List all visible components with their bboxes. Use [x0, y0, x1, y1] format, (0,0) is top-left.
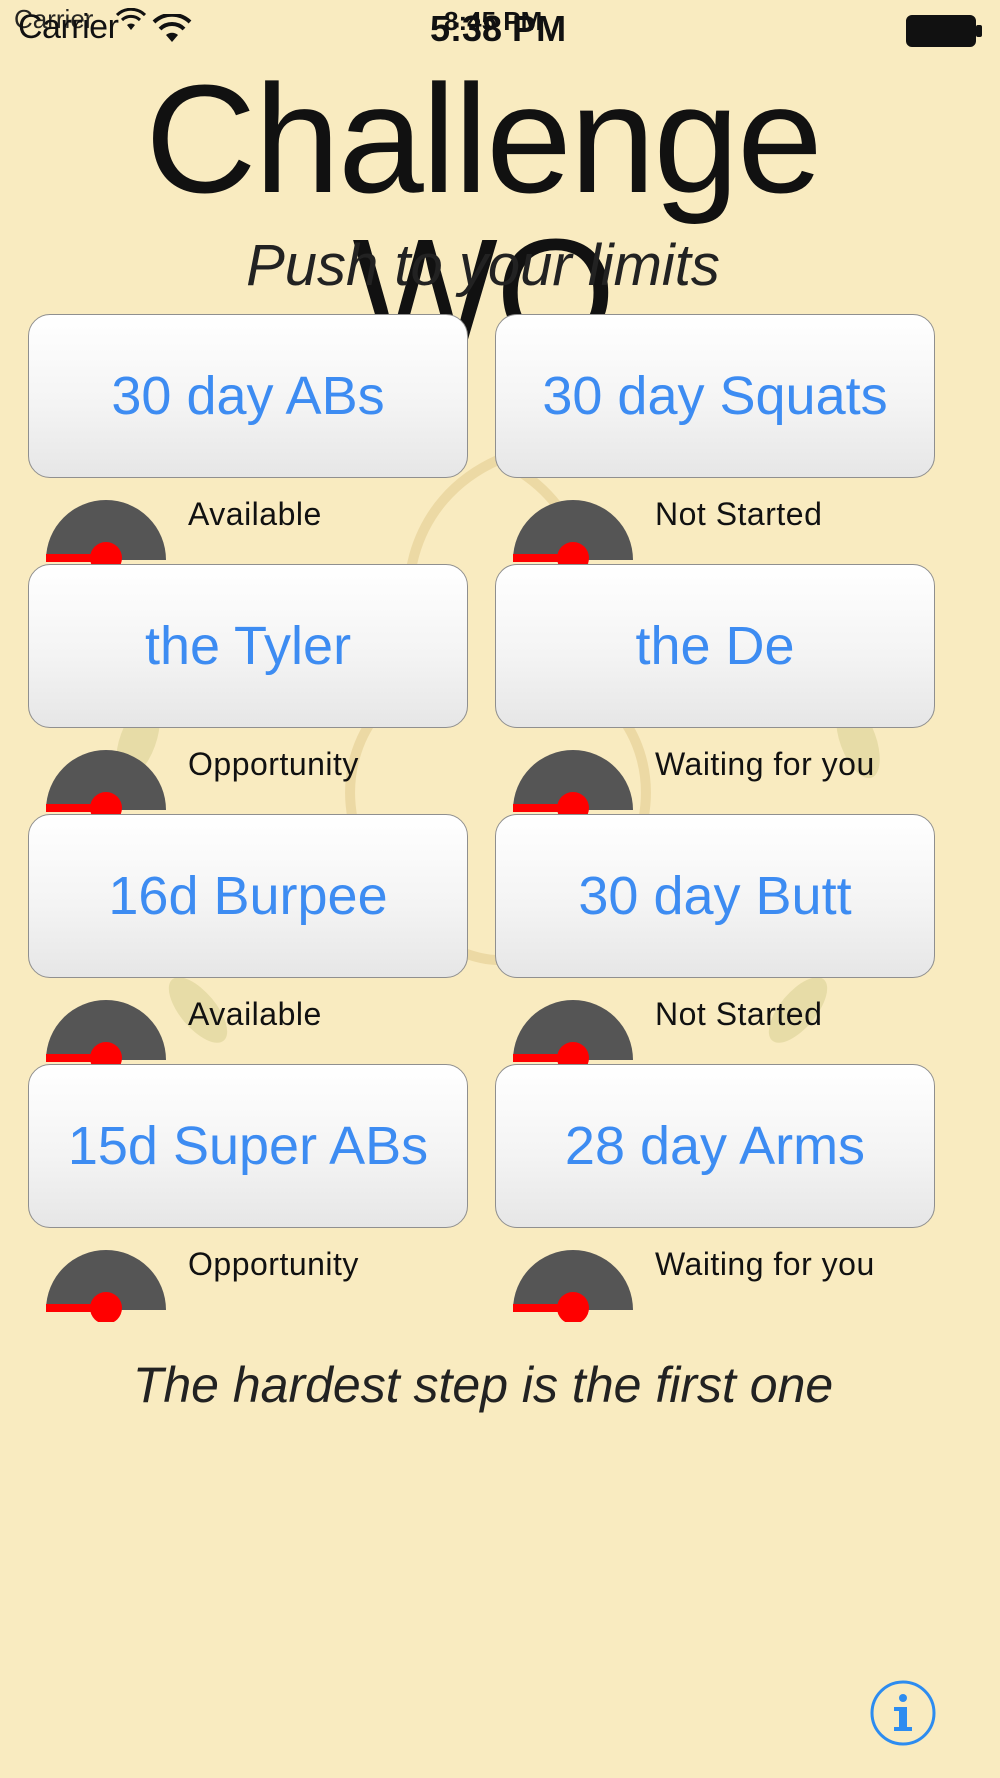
progress-gauge-icon [46, 750, 166, 822]
challenge-cell: the Tyler Opportunity [28, 564, 468, 822]
challenge-status: Not Started [655, 996, 823, 1032]
challenge-button-the-tyler[interactable]: the Tyler [28, 564, 468, 728]
challenge-status: Available [188, 496, 322, 532]
challenge-status: Waiting for you [655, 1246, 875, 1282]
challenge-button-28-day-arms[interactable]: 28 day Arms [495, 1064, 935, 1228]
challenge-cell: 15d Super ABs Opportunity [28, 1064, 468, 1322]
challenge-cell: 16d Burpee Available [28, 814, 468, 1072]
challenge-cell: 28 day Arms Waiting for you [495, 1064, 935, 1322]
challenge-button-the-de[interactable]: the De [495, 564, 935, 728]
challenge-button-16d-burpee[interactable]: 16d Burpee [28, 814, 468, 978]
challenge-button-15d-super-abs[interactable]: 15d Super ABs [28, 1064, 468, 1228]
challenge-button-30-day-butt[interactable]: 30 day Butt [495, 814, 935, 978]
challenge-grid: 30 day ABs Available 30 day Squats Not S… [0, 0, 1000, 1400]
progress-gauge-icon [513, 500, 633, 572]
progress-gauge-icon [46, 1250, 166, 1322]
challenge-cell: 30 day ABs Available [28, 314, 468, 572]
challenge-status: Waiting for you [655, 746, 875, 782]
progress-gauge-icon [46, 1000, 166, 1072]
progress-gauge-icon [46, 500, 166, 572]
challenge-status: Not Started [655, 496, 823, 532]
challenge-status: Opportunity [188, 746, 359, 782]
info-icon[interactable] [870, 1680, 936, 1746]
challenge-cell: 30 day Squats Not Started [495, 314, 935, 572]
challenge-button-30-day-squats[interactable]: 30 day Squats [495, 314, 935, 478]
challenge-cell: 30 day Butt Not Started [495, 814, 935, 1072]
progress-gauge-icon [513, 750, 633, 822]
progress-gauge-icon [513, 1000, 633, 1072]
footer-quote: The hardest step is the first one [132, 1357, 834, 1413]
progress-gauge-icon [513, 1250, 633, 1322]
challenge-button-30-day-abs[interactable]: 30 day ABs [28, 314, 468, 478]
challenge-status: Opportunity [188, 1246, 359, 1282]
challenge-cell: the De Waiting for you [495, 564, 935, 822]
challenge-status: Available [188, 996, 322, 1032]
